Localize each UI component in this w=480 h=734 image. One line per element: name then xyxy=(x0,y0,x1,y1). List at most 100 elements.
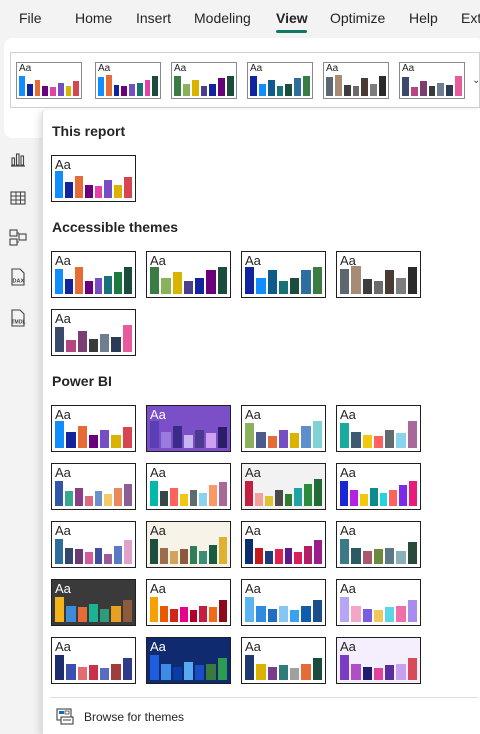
footer-divider xyxy=(50,697,478,698)
theme-powerbi-5[interactable]: Aa xyxy=(51,463,136,510)
color-swatch-bar xyxy=(409,480,417,506)
theme-color-swatches xyxy=(250,74,311,96)
color-swatch-bar xyxy=(326,77,333,96)
theme-this-report[interactable]: Aa xyxy=(51,155,136,202)
color-swatch-bar xyxy=(122,325,132,352)
color-swatch-bar xyxy=(34,79,41,96)
theme-accessible-4[interactable]: Aa xyxy=(336,251,421,298)
browse-for-themes-button[interactable]: Browse for themes xyxy=(52,706,252,728)
color-swatch-bar xyxy=(100,334,110,352)
color-swatch-bar xyxy=(172,666,182,680)
gallery-theme-6[interactable]: Aa xyxy=(399,62,465,99)
color-swatch-bar xyxy=(94,547,103,564)
menu-home[interactable]: Home xyxy=(75,10,112,26)
color-swatch-bar xyxy=(285,83,293,96)
color-swatch-bar xyxy=(104,180,113,198)
theme-powerbi-9[interactable]: Aa xyxy=(51,521,136,568)
color-swatch-bar xyxy=(428,86,436,96)
theme-powerbi-18[interactable]: Aa xyxy=(146,637,231,684)
color-swatch-bar xyxy=(294,488,303,506)
color-swatch-bar xyxy=(169,488,178,506)
color-swatch-bar xyxy=(50,87,56,96)
color-swatch-bar xyxy=(254,547,263,564)
theme-powerbi-20[interactable]: Aa xyxy=(336,637,421,684)
theme-powerbi-2[interactable]: Aa xyxy=(146,405,231,452)
theme-powerbi-4[interactable]: Aa xyxy=(336,405,421,452)
color-swatch-bar xyxy=(351,605,361,622)
color-swatch-bar xyxy=(191,79,199,96)
theme-powerbi-14[interactable]: Aa xyxy=(146,579,231,626)
color-swatch-bar xyxy=(113,85,120,96)
menu-external-tools[interactable]: Ext xyxy=(461,10,480,26)
dax-query-view-icon[interactable]: DAX xyxy=(8,267,28,287)
menu-insert[interactable]: Insert xyxy=(136,10,171,26)
theme-accessible-1[interactable]: Aa xyxy=(51,251,136,298)
color-swatch-bar xyxy=(351,431,361,448)
menu-optimize[interactable]: Optimize xyxy=(330,10,385,26)
app-root: File Home Insert Modeling View Optimize … xyxy=(0,0,480,734)
theme-color-swatches xyxy=(55,476,132,506)
theme-color-swatches xyxy=(340,476,417,506)
color-swatch-bar xyxy=(340,538,350,564)
theme-powerbi-7[interactable]: Aa xyxy=(241,463,326,510)
color-swatch-bar xyxy=(245,538,253,564)
table-view-icon[interactable] xyxy=(8,188,28,208)
theme-powerbi-17[interactable]: Aa xyxy=(51,637,136,684)
color-swatch-bar xyxy=(362,434,372,448)
theme-color-swatches xyxy=(150,476,227,506)
color-swatch-bar xyxy=(189,610,198,622)
color-swatch-bar xyxy=(206,270,216,294)
color-swatch-bar xyxy=(150,267,160,294)
color-swatch-bar xyxy=(179,494,188,506)
color-swatch-bar xyxy=(74,549,83,564)
menu-file[interactable]: File xyxy=(19,10,42,26)
color-swatch-bar xyxy=(55,171,63,198)
color-swatch-bar xyxy=(301,663,311,680)
theme-powerbi-19[interactable]: Aa xyxy=(241,637,326,684)
gallery-theme-5[interactable]: Aa xyxy=(323,62,389,99)
color-swatch-bar xyxy=(407,421,417,448)
gallery-theme-2[interactable]: Aa xyxy=(95,62,161,99)
color-swatch-bar xyxy=(351,547,361,564)
color-swatch-bar xyxy=(290,277,300,294)
color-swatch-bar xyxy=(349,489,358,506)
theme-powerbi-6[interactable]: Aa xyxy=(146,463,231,510)
theme-powerbi-13[interactable]: Aa xyxy=(51,579,136,626)
theme-powerbi-8[interactable]: Aa xyxy=(336,463,421,510)
theme-color-swatches xyxy=(340,650,417,680)
color-swatch-bar xyxy=(74,175,83,198)
theme-color-swatches xyxy=(55,264,132,294)
gallery-expand-button[interactable]: ⌄ xyxy=(469,52,480,108)
menu-help[interactable]: Help xyxy=(409,10,438,26)
theme-powerbi-10[interactable]: Aa xyxy=(146,521,231,568)
theme-accessible-5[interactable]: Aa xyxy=(51,309,136,356)
active-tab-indicator xyxy=(276,30,307,33)
menu-view[interactable]: View xyxy=(276,10,308,26)
menu-modeling[interactable]: Modeling xyxy=(194,10,251,26)
color-swatch-bar xyxy=(88,338,99,352)
gallery-theme-4[interactable]: Aa xyxy=(247,62,313,99)
color-swatch-bar xyxy=(199,605,208,622)
color-swatch-bar xyxy=(446,85,454,96)
color-swatch-bar xyxy=(312,657,322,680)
color-swatch-bar xyxy=(437,82,445,96)
theme-powerbi-16[interactable]: Aa xyxy=(336,579,421,626)
theme-accessible-2[interactable]: Aa xyxy=(146,251,231,298)
color-swatch-bar xyxy=(74,488,83,506)
theme-powerbi-11[interactable]: Aa xyxy=(241,521,326,568)
theme-powerbi-12[interactable]: Aa xyxy=(336,521,421,568)
color-swatch-bar xyxy=(219,537,227,564)
chart-view-icon[interactable] xyxy=(8,149,28,169)
theme-color-swatches xyxy=(326,74,387,96)
theme-powerbi-15[interactable]: Aa xyxy=(241,579,326,626)
model-view-icon[interactable] xyxy=(8,227,28,247)
theme-accessible-3[interactable]: Aa xyxy=(241,251,326,298)
color-swatch-bar xyxy=(150,654,160,680)
tmdl-view-icon[interactable]: TMDL xyxy=(8,308,28,328)
theme-powerbi-1[interactable]: Aa xyxy=(51,405,136,452)
gallery-theme-1[interactable]: Aa xyxy=(16,62,82,99)
color-swatch-bar xyxy=(274,549,283,564)
theme-powerbi-3[interactable]: Aa xyxy=(241,405,326,452)
gallery-theme-3[interactable]: Aa xyxy=(171,62,237,99)
color-swatch-bar xyxy=(396,550,406,564)
